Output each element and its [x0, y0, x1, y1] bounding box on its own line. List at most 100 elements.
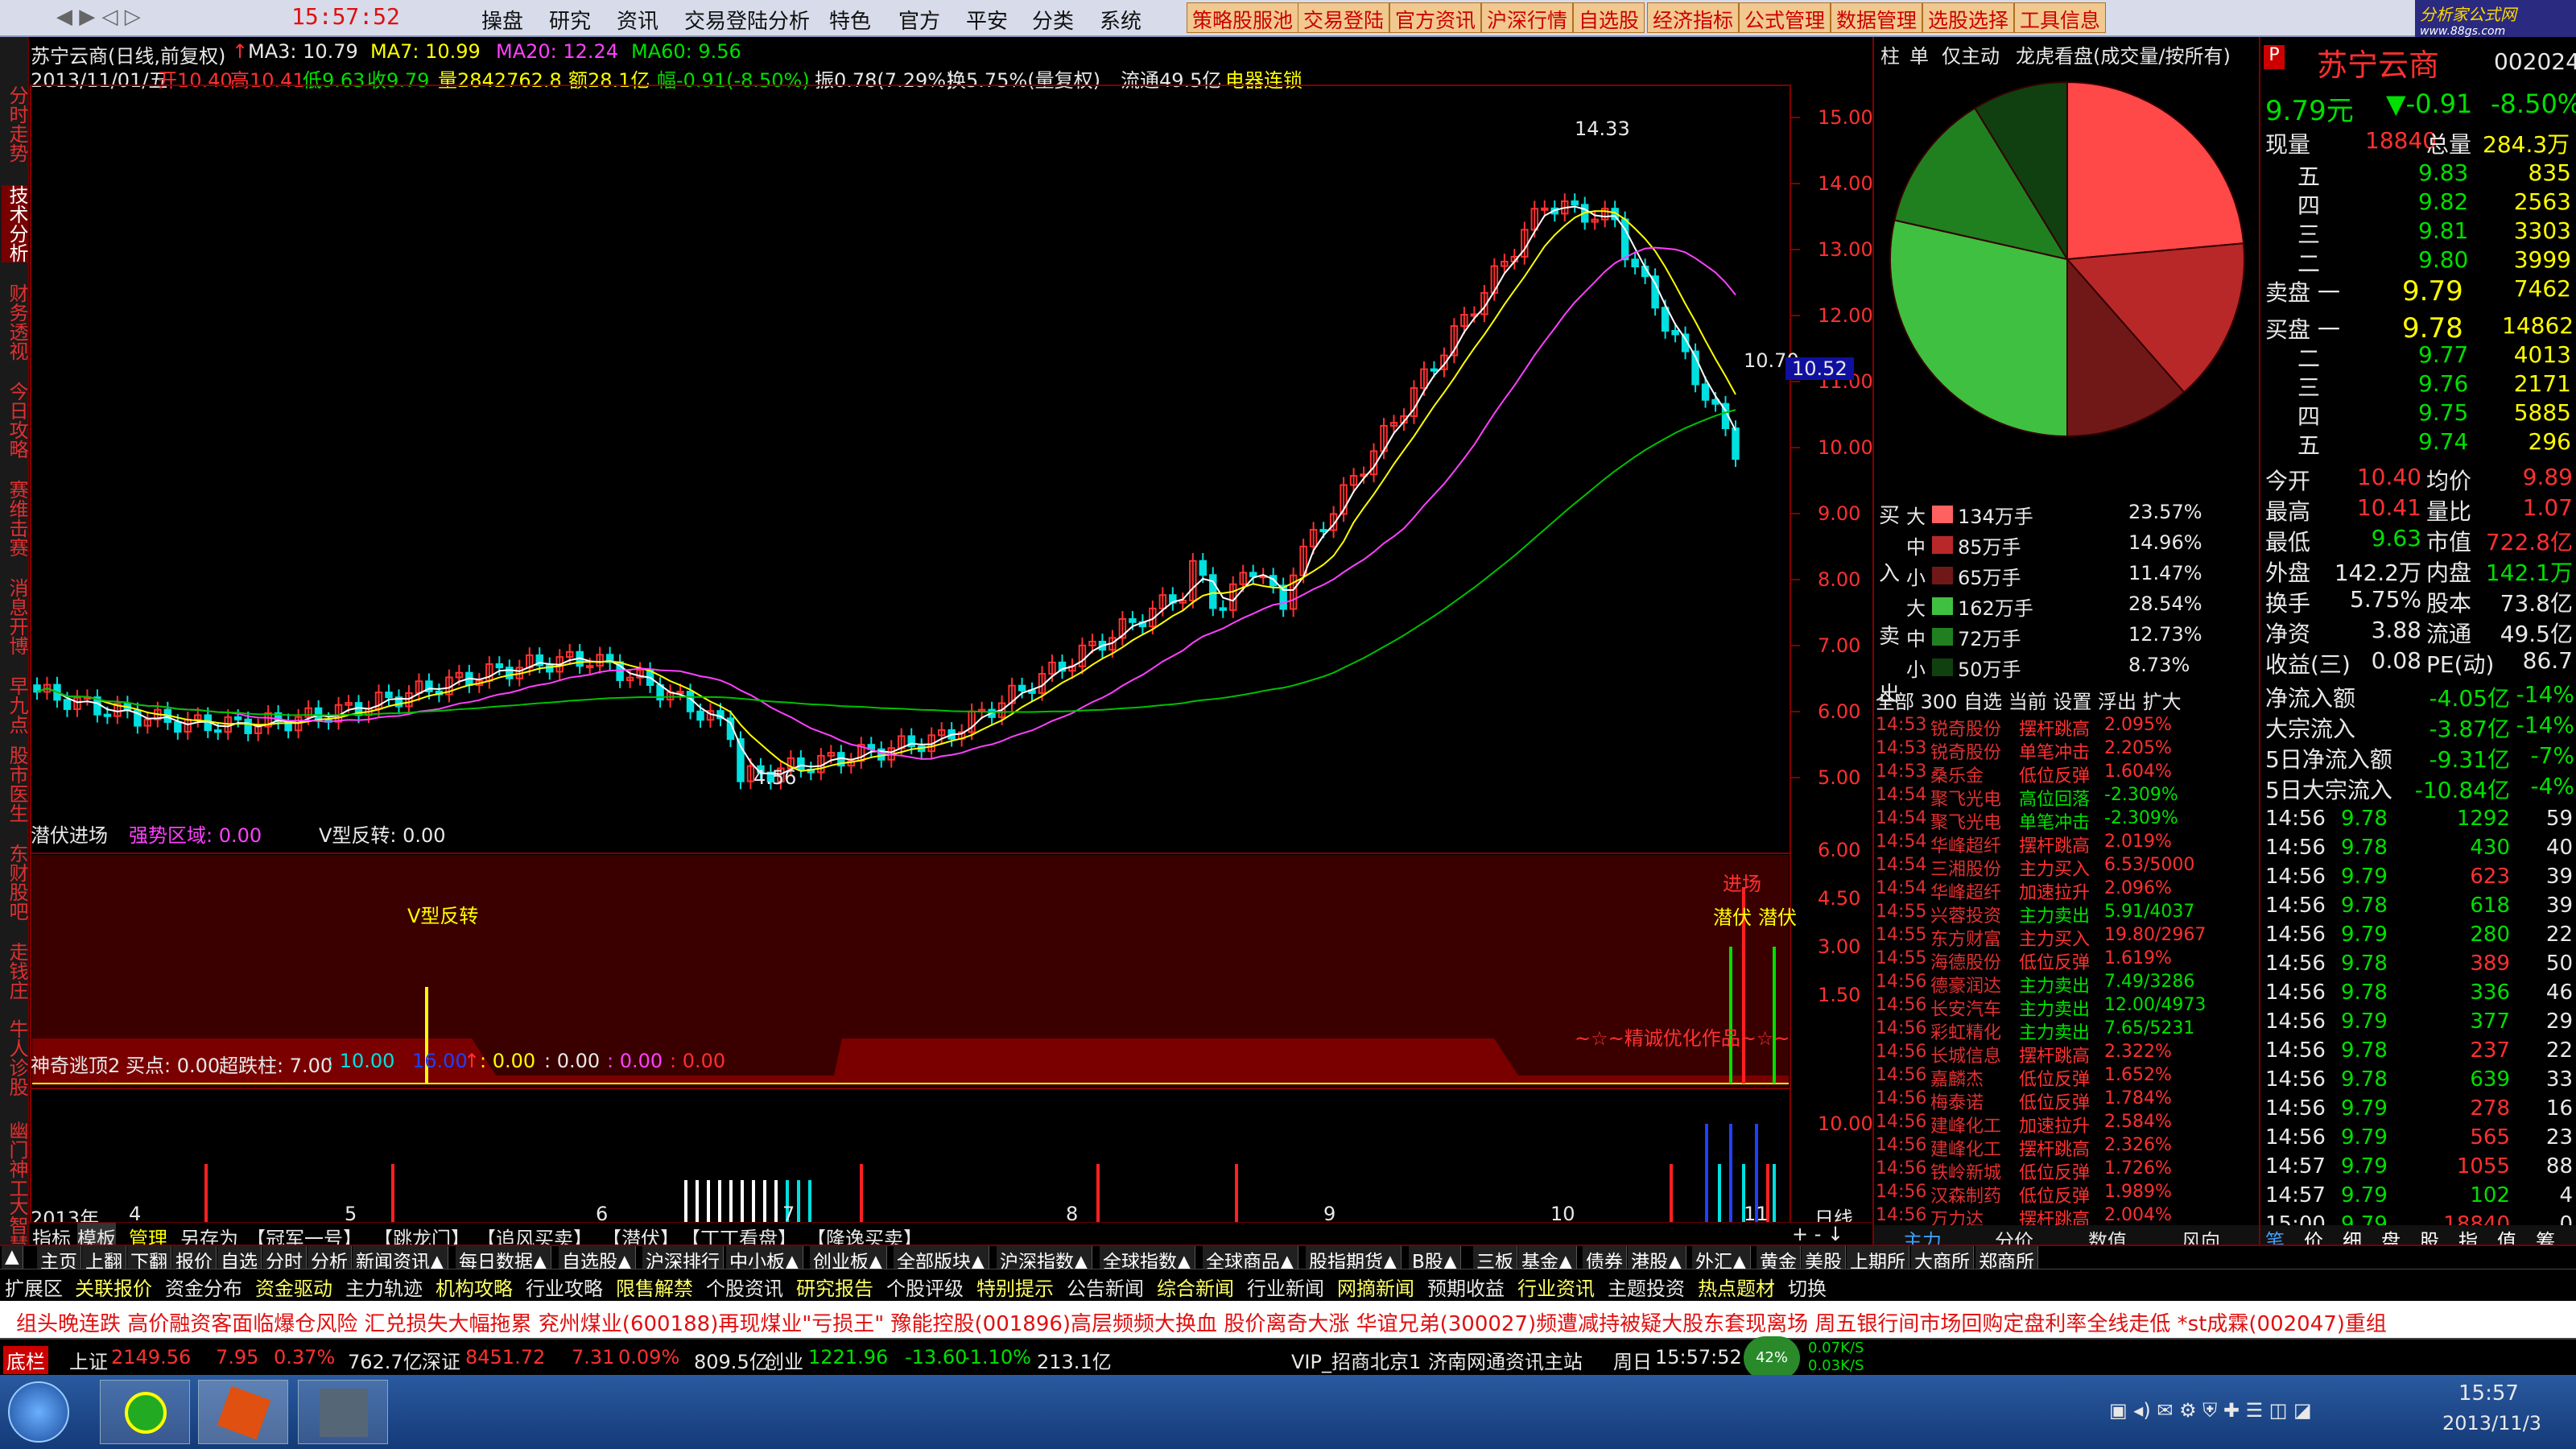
nav-item-21[interactable]: 基金▲ [1518, 1246, 1577, 1273]
menu-trade-analysis[interactable]: 交易登陆分析 [684, 5, 810, 35]
func-item-14[interactable]: 行业新闻 [1247, 1273, 1324, 1301]
nav-item-24[interactable]: 外汇▲ [1692, 1246, 1751, 1273]
bid-vol-2: 2171 [2513, 370, 2571, 397]
func-item-10[interactable]: 个股评级 [886, 1273, 964, 1301]
vtab-3[interactable]: 今日攻略 [2, 382, 28, 459]
func-item-4[interactable]: 主力轨迹 [345, 1273, 423, 1301]
tray-icons[interactable]: ▣ ◂) ✉ ⚙ ⛨ ✚ ☰ ◫ ◪ [2109, 1399, 2312, 1422]
func-item-20[interactable]: 切换 [1788, 1273, 1827, 1301]
nav-item-0[interactable]: ▲ [2, 1246, 23, 1270]
index-bar-label[interactable]: 底栏 [3, 1346, 48, 1374]
func-item-16[interactable]: 预期收益 [1427, 1273, 1505, 1301]
func-item-8[interactable]: 个股资讯 [706, 1273, 783, 1301]
zoom-controls[interactable]: + - ↓ [1792, 1223, 1843, 1245]
nav-item-3[interactable]: 下翻 [127, 1246, 171, 1273]
hl-formula[interactable]: 公式管理 [1739, 2, 1831, 33]
nav-item-6[interactable]: 分时 [262, 1246, 307, 1273]
hl-strategy[interactable]: 策略股服池 [1187, 2, 1299, 33]
func-item-12[interactable]: 公告新闻 [1067, 1273, 1144, 1301]
ie-taskbar-icon[interactable] [100, 1380, 190, 1444]
nav-item-10[interactable]: 自选股▲ [559, 1246, 636, 1273]
nav-item-5[interactable]: 自选 [217, 1246, 262, 1273]
hl-watchlist[interactable]: 自选股 [1573, 2, 1645, 33]
media-taskbar-icon[interactable] [298, 1380, 388, 1444]
menu-official[interactable]: 官方 [898, 5, 940, 35]
func-item-2[interactable]: 资金分布 [165, 1273, 242, 1301]
nav-item-14[interactable]: 全部版块▲ [894, 1246, 989, 1273]
nav-item-20[interactable]: 三板 [1473, 1246, 1517, 1273]
hl-econ[interactable]: 经济指标 [1647, 2, 1740, 33]
func-item-18[interactable]: 主题投资 [1608, 1273, 1685, 1301]
hl-trade-login[interactable]: 交易登陆 [1298, 2, 1390, 33]
menu-research[interactable]: 研究 [549, 5, 591, 35]
func-item-11[interactable]: 特别提示 [976, 1273, 1054, 1301]
nav-item-12[interactable]: 中小板▲ [726, 1246, 803, 1273]
hl-data[interactable]: 数据管理 [1831, 2, 1923, 33]
nav-item-15[interactable]: 沪深指数▲ [997, 1246, 1092, 1273]
vtab-5[interactable]: 消息开博 [2, 578, 28, 655]
start-button-icon[interactable] [8, 1381, 69, 1443]
func-item-15[interactable]: 网摘新闻 [1337, 1273, 1414, 1301]
vtab-0[interactable]: 分时走势 [2, 85, 28, 163]
nav-item-22[interactable]: 债券 [1583, 1246, 1627, 1273]
nav-item-8[interactable]: 新闻资讯▲ [353, 1246, 448, 1273]
vtab-6[interactable]: 早九点 [2, 676, 28, 734]
vtab-8[interactable]: 东财股吧 [2, 844, 28, 921]
home-nav-icon[interactable]: ◀ ▶ ◁ ▷ [56, 5, 141, 29]
nav-item-29[interactable]: 郑商所 [1975, 1246, 2038, 1273]
vtab-11[interactable]: 幽门神工 [2, 1121, 28, 1198]
mid-filter[interactable]: 全部 300 自选 当前 设置 浮出 扩大 [1876, 686, 2182, 715]
mid-tab-3[interactable]: 龙虎看盘(成交量/按所有) [2016, 40, 2231, 69]
nav-item-2[interactable]: 上翻 [82, 1246, 126, 1273]
func-item-9[interactable]: 研究报告 [796, 1273, 873, 1301]
nav-item-25[interactable]: 黄金 [1757, 1246, 1801, 1273]
nav-item-13[interactable]: 创业板▲ [810, 1246, 887, 1273]
nav-item-18[interactable]: 股指期货▲ [1306, 1246, 1402, 1273]
nav-item-17[interactable]: 全球商品▲ [1203, 1246, 1298, 1273]
mid-tab-0[interactable]: 柱 [1880, 40, 1900, 69]
mid-tab-1[interactable]: 单 [1909, 40, 1929, 69]
nav-item-4[interactable]: 报价 [172, 1246, 217, 1273]
kline-chart-area[interactable]: 苏宁云商(日线,前复权) ↑ MA3: 10.79 MA7: 10.99 MA2… [29, 37, 1873, 1245]
hl-tools[interactable]: 工具信息 [2014, 2, 2107, 33]
func-item-6[interactable]: 行业攻略 [526, 1273, 603, 1301]
nav-item-27[interactable]: 上期所 [1847, 1246, 1909, 1273]
ticker-text[interactable]: 组头晚连跌 高价融资客面临爆仓风险 汇兑损失大幅拖累 兖州煤业(600188)再… [16, 1307, 2387, 1337]
mid-tab-2[interactable]: 仅主动 [1942, 40, 2000, 69]
vtab-1[interactable]: 技术分析 [2, 185, 28, 262]
menu-info[interactable]: 资讯 [617, 5, 658, 35]
news-ticker[interactable]: 组头晚连跌 高价融资客面临爆仓风险 汇兑损失大幅拖累 兖州煤业(600188)再… [0, 1301, 2576, 1338]
nav-item-23[interactable]: 港股▲ [1628, 1246, 1686, 1273]
func-item-0[interactable]: 扩展区 [5, 1273, 63, 1301]
vtab-7[interactable]: 股市医生 [2, 745, 28, 823]
tick-vol-0: 1292 [2456, 807, 2510, 831]
func-item-7[interactable]: 限售解禁 [616, 1273, 693, 1301]
nav-item-26[interactable]: 美股 [1802, 1246, 1846, 1273]
nav-item-19[interactable]: B股▲ [1409, 1246, 1462, 1273]
func-item-17[interactable]: 行业资讯 [1517, 1273, 1595, 1301]
app-taskbar-icon[interactable] [198, 1380, 288, 1444]
vtab-10[interactable]: 牛人诊股 [2, 1019, 28, 1096]
vtab-9[interactable]: 走钱庄 [2, 942, 28, 1000]
menu-special[interactable]: 特色 [829, 5, 871, 35]
nav-item-7[interactable]: 分析 [308, 1246, 352, 1273]
nav-item-11[interactable]: 沪深排行 [642, 1246, 724, 1273]
hl-official-info[interactable]: 官方资讯 [1389, 2, 1482, 33]
menu-caopan[interactable]: 操盘 [481, 5, 523, 35]
menu-system[interactable]: 系统 [1100, 5, 1141, 35]
menu-pingan[interactable]: 平安 [966, 5, 1008, 35]
vtab-4[interactable]: 赛维击赛 [2, 480, 28, 557]
func-item-1[interactable]: 关联报价 [75, 1273, 152, 1301]
func-item-13[interactable]: 综合新闻 [1157, 1273, 1234, 1301]
hl-market[interactable]: 沪深行情 [1481, 2, 1574, 33]
hl-select[interactable]: 选股选择 [1922, 2, 2015, 33]
nav-item-16[interactable]: 全球指数▲ [1100, 1246, 1195, 1273]
func-item-3[interactable]: 资金驱动 [255, 1273, 332, 1301]
func-item-5[interactable]: 机构攻略 [436, 1273, 513, 1301]
func-item-19[interactable]: 热点题材 [1698, 1273, 1775, 1301]
vtab-2[interactable]: 财务透视 [2, 283, 28, 361]
nav-item-9[interactable]: 每日数据▲ [456, 1246, 551, 1273]
menu-category[interactable]: 分类 [1032, 5, 1074, 35]
nav-item-28[interactable]: 大商所 [1911, 1246, 1974, 1273]
nav-item-1[interactable]: 主页 [37, 1246, 81, 1273]
